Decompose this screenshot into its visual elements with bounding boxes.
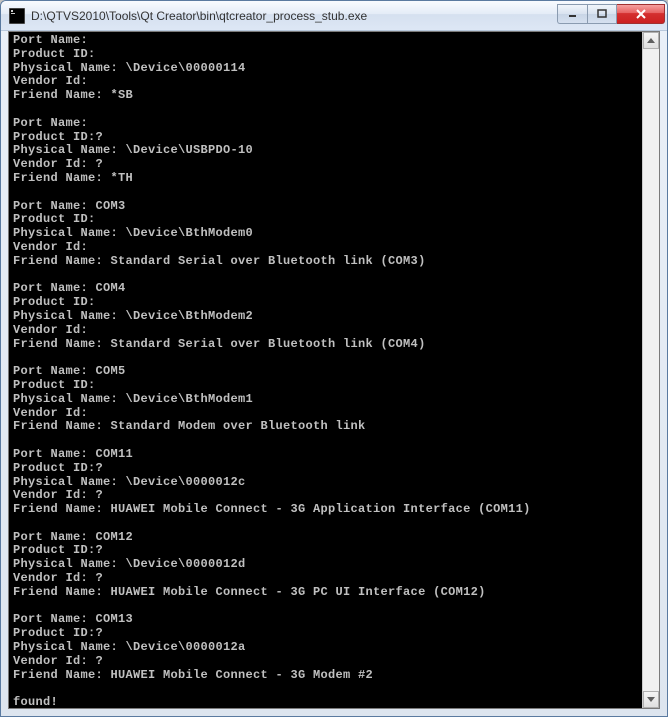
titlebar[interactable]: D:\QTVS2010\Tools\Qt Creator\bin\qtcreat… xyxy=(1,1,667,31)
console-output[interactable]: Port Name: Product ID: Physical Name: \D… xyxy=(9,32,659,709)
minimize-button[interactable] xyxy=(557,4,587,24)
scrollbar-track[interactable] xyxy=(643,49,659,691)
chevron-up-icon xyxy=(647,38,655,43)
minimize-icon xyxy=(568,9,578,19)
scroll-up-button[interactable] xyxy=(643,32,659,49)
window-controls xyxy=(557,4,665,24)
close-icon xyxy=(635,9,647,19)
console-area: Port Name: Product ID: Physical Name: \D… xyxy=(8,31,660,709)
scroll-down-button[interactable] xyxy=(643,691,659,708)
maximize-button[interactable] xyxy=(587,4,617,24)
vertical-scrollbar[interactable] xyxy=(642,32,659,708)
close-button[interactable] xyxy=(617,4,665,24)
maximize-icon xyxy=(597,9,607,19)
window-title: D:\QTVS2010\Tools\Qt Creator\bin\qtcreat… xyxy=(31,9,557,23)
chevron-down-icon xyxy=(647,697,655,702)
app-window: D:\QTVS2010\Tools\Qt Creator\bin\qtcreat… xyxy=(0,0,668,717)
console-app-icon xyxy=(9,8,25,24)
